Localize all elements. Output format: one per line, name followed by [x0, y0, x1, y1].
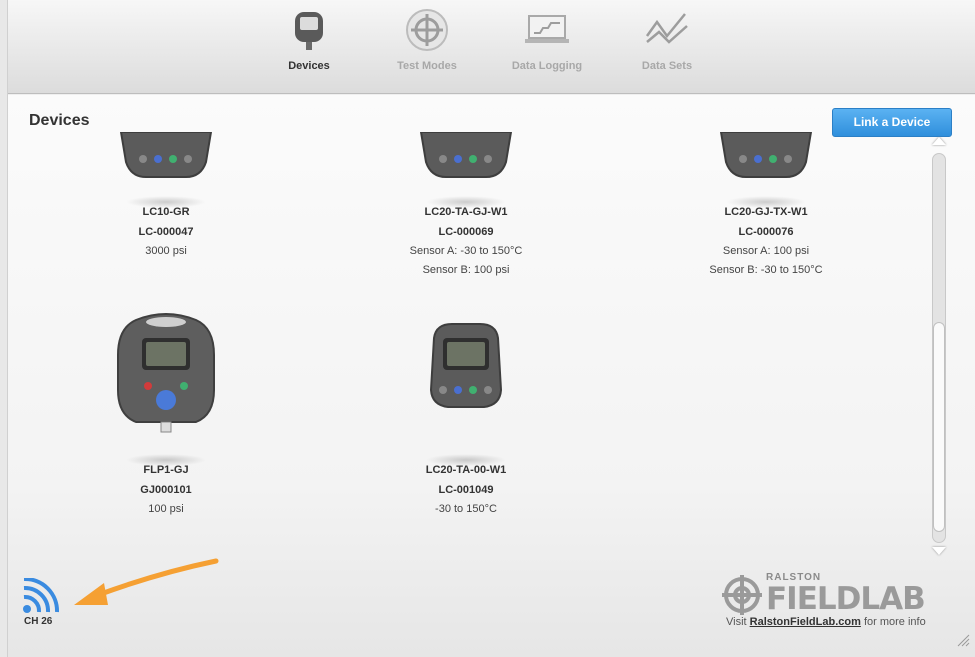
scroll-up-arrow-icon[interactable] — [932, 137, 946, 145]
visit-prefix: Visit — [726, 616, 750, 628]
app-window: Devices Test Modes Data Logging Data Set… — [7, 0, 975, 657]
device-sensor-a: Sensor A: -30 to 150°C — [409, 245, 523, 257]
device-image — [356, 310, 576, 466]
brand-logo: RALSTON FIELDLAB — [720, 572, 940, 617]
page-title: Devices — [29, 112, 90, 129]
tab-data-sets[interactable]: Data Sets — [612, 6, 722, 72]
annotation-arrow-icon — [74, 558, 219, 605]
device-card[interactable]: LC20-TA-00-W1 LC-001049 -30 to 150°C — [356, 310, 576, 519]
device-range: 100 psi — [148, 503, 184, 515]
scroll-track[interactable] — [932, 153, 946, 543]
device-card[interactable]: FLP1-GJ GJ000101 100 psi — [56, 310, 276, 519]
website-link[interactable]: RalstonFieldLab.com — [750, 616, 861, 628]
scroll-thumb[interactable] — [933, 322, 945, 532]
device-image — [56, 310, 276, 466]
wireless-status[interactable]: CH 26 — [22, 578, 62, 627]
device-sensor-b: Sensor B: 100 psi — [422, 264, 510, 276]
device-image — [56, 132, 276, 208]
device-icon — [295, 12, 323, 50]
scroll-down-arrow-icon[interactable] — [932, 547, 946, 555]
device-range: 3000 psi — [145, 245, 187, 257]
device-card[interactable]: LC20-GJ-TX-W1 LC-000076 Sensor A: 100 ps… — [656, 132, 876, 280]
tab-test-modes-label: Test Modes — [397, 60, 457, 72]
crosshair-icon — [406, 9, 448, 51]
device-serial: LC-000047 — [138, 226, 194, 238]
device-image — [356, 132, 576, 208]
device-card[interactable]: LC20-TA-GJ-W1 LC-000069 Sensor A: -30 to… — [356, 132, 576, 280]
device-serial: LC-000069 — [438, 226, 494, 238]
tab-devices-label: Devices — [288, 60, 330, 72]
tab-test-modes[interactable]: Test Modes — [372, 6, 482, 72]
channel-label: CH 26 — [24, 616, 53, 627]
device-serial: LC-000076 — [738, 226, 794, 238]
device-sensor-a: Sensor A: 100 psi — [722, 245, 810, 257]
visit-suffix: for more info — [860, 616, 926, 628]
resize-grip-icon[interactable] — [956, 633, 970, 647]
device-serial: LC-001049 — [438, 484, 494, 496]
device-image — [656, 132, 876, 208]
fieldlab-crosshair-logo-icon — [722, 575, 762, 615]
brand-fieldlab: FIELDLAB — [766, 581, 926, 617]
device-list-scrollbar[interactable] — [930, 137, 946, 555]
device-grid: LC10-GR LC-000047 3000 psi LC20-TA-GJ-W1… — [8, 132, 918, 552]
device-range: -30 to 150°C — [435, 503, 497, 515]
tab-data-logging[interactable]: Data Logging — [492, 6, 602, 72]
device-serial: GJ000101 — [140, 484, 192, 496]
tab-devices[interactable]: Devices — [254, 6, 364, 72]
device-sensor-b: Sensor B: -30 to 150°C — [709, 264, 823, 276]
line-chart-icon — [645, 13, 688, 44]
main-toolbar: Devices Test Modes Data Logging Data Set… — [8, 0, 975, 94]
wireless-signal-icon — [23, 578, 60, 613]
device-card[interactable]: LC10-GR LC-000047 3000 psi — [56, 132, 276, 261]
visit-text: Visit RalstonFieldLab.com for more info — [726, 616, 926, 628]
devices-panel: Devices Link a Device LC10-GR LC-000047 … — [8, 95, 975, 657]
tab-data-sets-label: Data Sets — [641, 60, 693, 72]
tab-data-logging-label: Data Logging — [511, 60, 583, 72]
laptop-chart-icon — [525, 15, 569, 43]
